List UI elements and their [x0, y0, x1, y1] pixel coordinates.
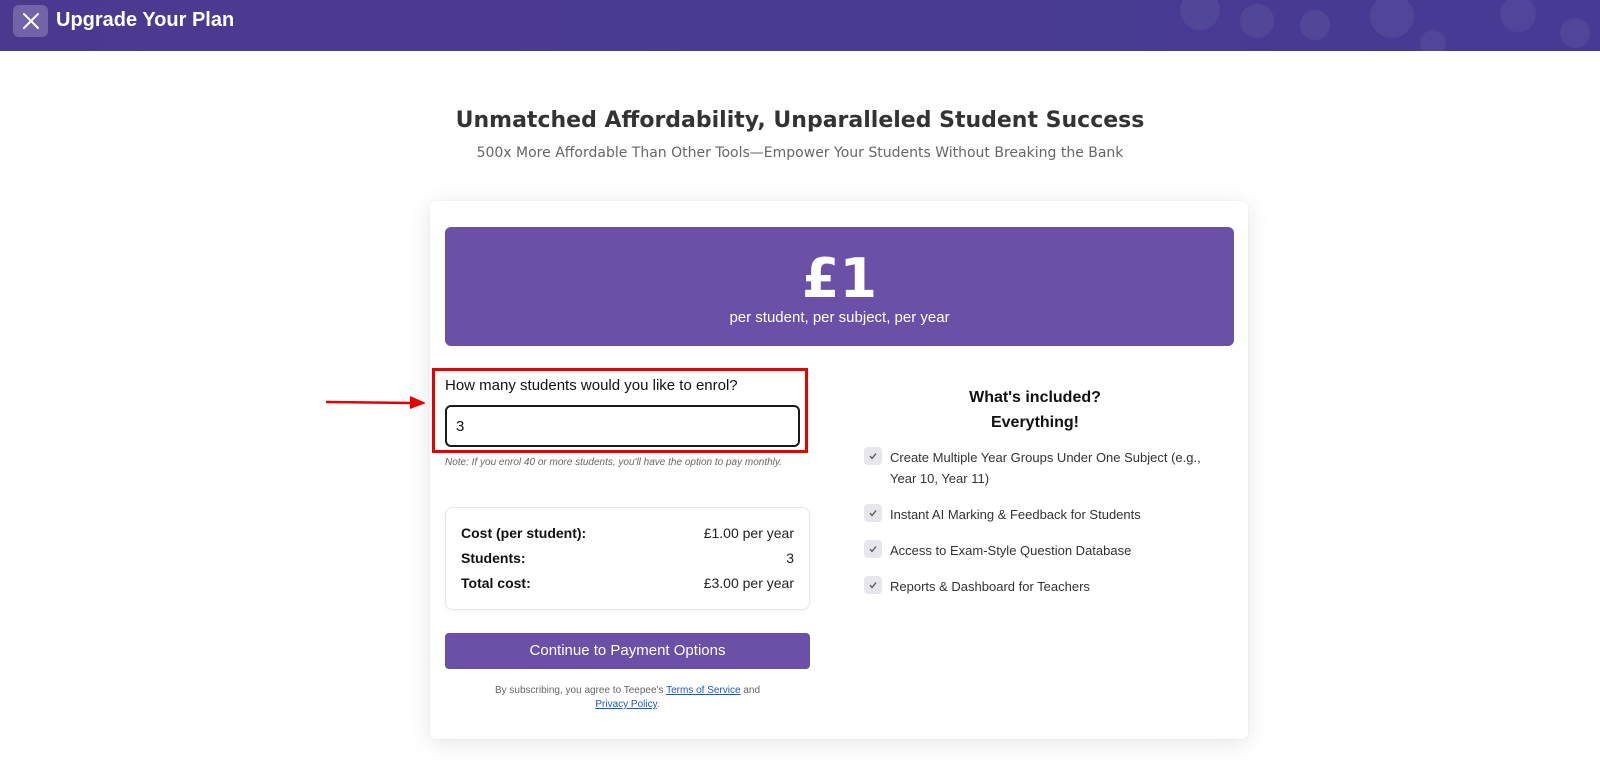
annotation-arrow-icon: [326, 396, 426, 409]
decorative-bubble: [1420, 30, 1446, 51]
summary-row-students: Students: 3: [461, 550, 794, 566]
summary-value: £3.00 per year: [703, 575, 794, 591]
privacy-policy-link[interactable]: Privacy Policy: [595, 699, 657, 710]
summary-label: Total cost:: [461, 575, 531, 591]
check-icon: [864, 576, 882, 594]
terms-of-service-link[interactable]: Terms of Service: [666, 685, 740, 696]
subheadline: 500x More Affordable Than Other Tools—Em…: [476, 145, 1124, 161]
student-count-input[interactable]: [445, 405, 800, 447]
feature-item: Create Multiple Year Groups Under One Su…: [864, 447, 1224, 489]
price-banner: £1 per student, per subject, per year: [445, 227, 1234, 346]
feature-item: Access to Exam-Style Question Database: [864, 540, 1224, 561]
close-icon: [22, 13, 39, 29]
summary-value: £1.00 per year: [703, 525, 794, 541]
feature-label: Create Multiple Year Groups Under One Su…: [890, 450, 1201, 486]
price-value: £1: [801, 247, 878, 310]
page-title: Upgrade Your Plan: [56, 9, 235, 31]
included-title-line1: What's included?: [969, 389, 1101, 406]
top-bar: Upgrade Your Plan: [0, 0, 1600, 51]
decorative-bubble: [1300, 10, 1330, 40]
check-icon: [864, 504, 882, 522]
close-button[interactable]: [13, 5, 48, 37]
summary-row-total: Total cost: £3.00 per year: [461, 575, 794, 591]
legal-and: and: [743, 685, 761, 696]
feature-list: Create Multiple Year Groups Under One Su…: [864, 447, 1224, 597]
cost-summary: Cost (per student): £1.00 per year Stude…: [445, 507, 810, 610]
headline: Unmatched Affordability, Unparalleled St…: [455, 108, 1145, 133]
legal-text: By subscribing, you agree to Teepee's Te…: [445, 684, 810, 712]
check-icon: [864, 540, 882, 558]
decorative-bubble: [1180, 0, 1220, 30]
feature-label: Instant AI Marking & Feedback for Studen…: [890, 507, 1141, 522]
summary-row-cost: Cost (per student): £1.00 per year: [461, 525, 794, 541]
summary-value: 3: [786, 550, 794, 566]
feature-item: Instant AI Marking & Feedback for Studen…: [864, 504, 1224, 525]
feature-label: Reports & Dashboard for Teachers: [890, 579, 1090, 594]
student-count-label: How many students would you like to enro…: [445, 377, 738, 394]
decorative-bubble: [1240, 4, 1274, 38]
decorative-bubble: [1560, 18, 1590, 48]
legal-suffix: .: [656, 699, 660, 710]
included-title: What's included? Everything!: [855, 385, 1215, 435]
continue-payment-button[interactable]: Continue to Payment Options: [445, 633, 810, 669]
decorative-bubble: [1500, 0, 1536, 32]
price-caption: per student, per subject, per year: [729, 309, 950, 326]
legal-prefix: By subscribing, you agree to Teepee's: [494, 685, 664, 696]
enrol-note: Note: If you enrol 40 or more students, …: [445, 457, 782, 468]
feature-label: Access to Exam-Style Question Database: [890, 543, 1132, 558]
summary-label: Students:: [461, 550, 526, 566]
decorative-bubble: [1370, 0, 1414, 38]
included-title-line2: Everything!: [990, 414, 1079, 431]
summary-label: Cost (per student):: [461, 525, 587, 541]
check-icon: [864, 447, 882, 465]
feature-item: Reports & Dashboard for Teachers: [864, 576, 1224, 597]
